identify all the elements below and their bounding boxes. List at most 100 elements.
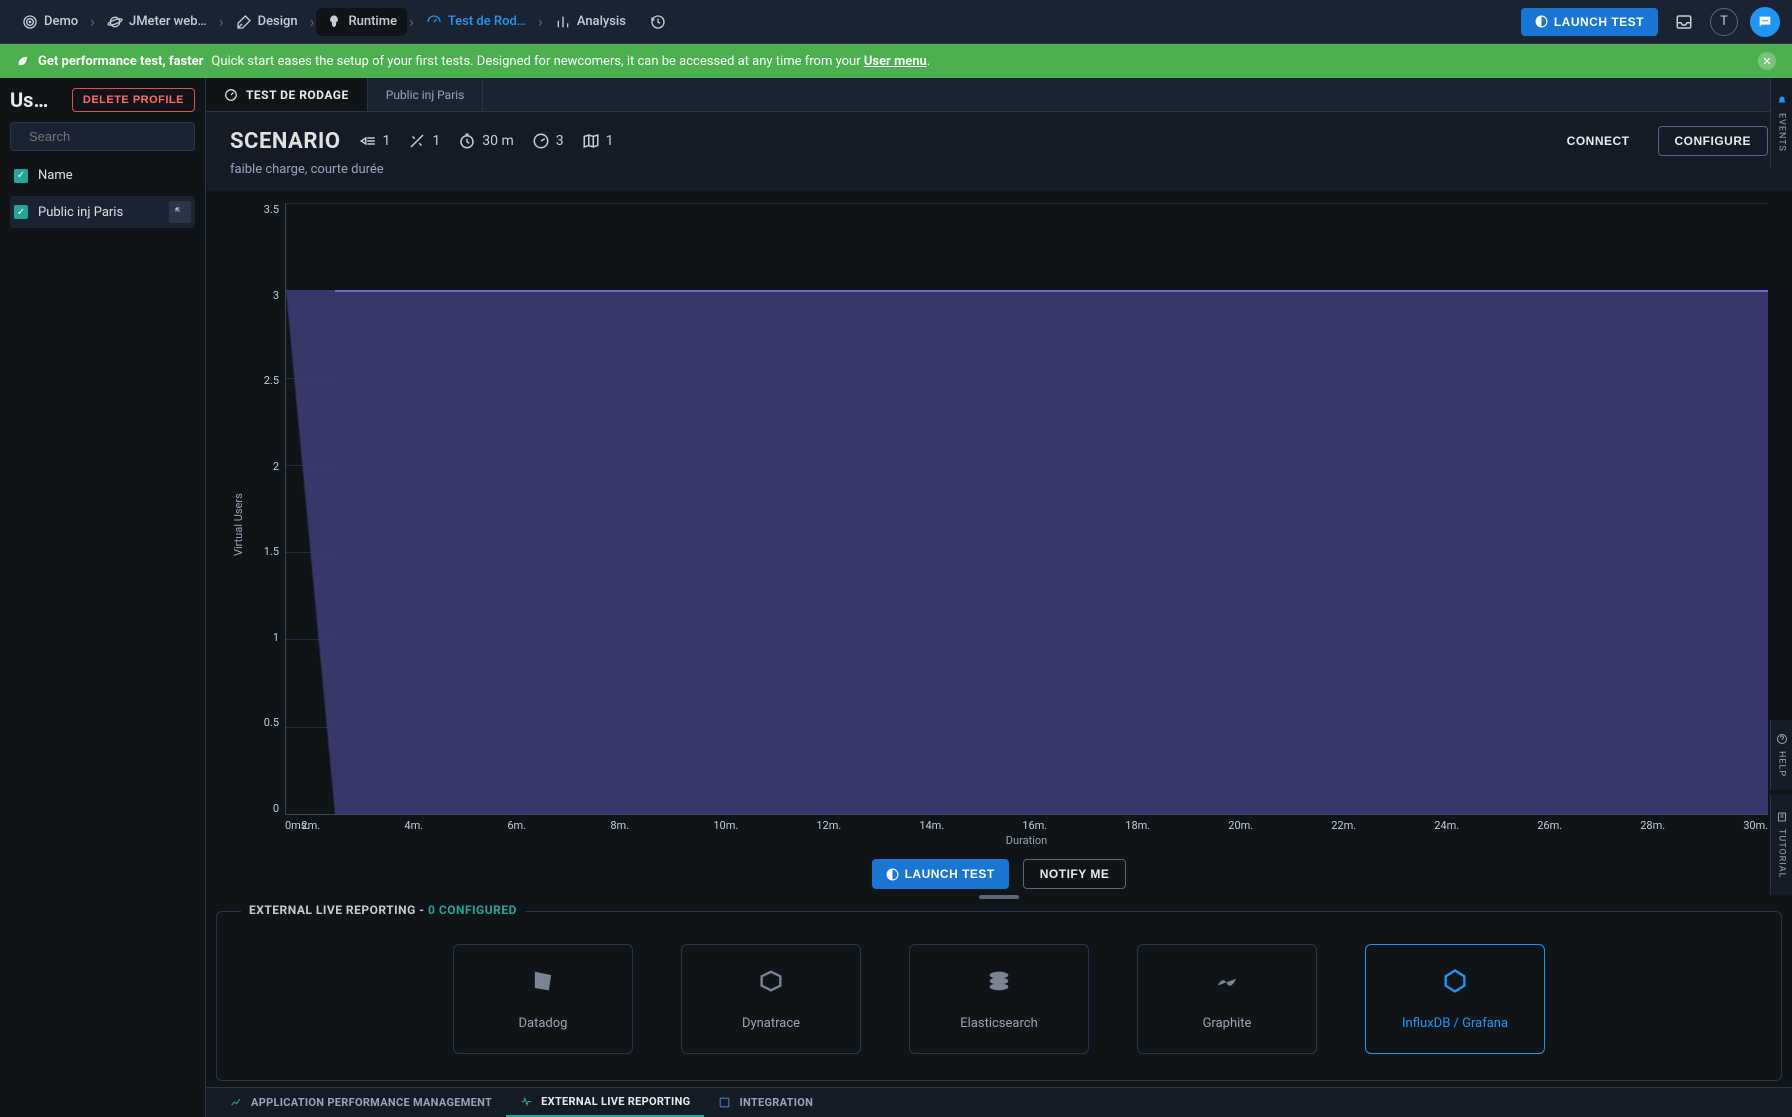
crumb-analysis[interactable]: Analysis [545,8,636,36]
xtick: 30m. [1743,819,1768,832]
xtick: 28m. [1640,819,1743,832]
chevron-right-icon: › [538,12,543,31]
y-ticks: 3.5 3 2.5 2 1.5 1 0.5 0 [247,203,285,815]
btab-apm[interactable]: APPLICATION PERFORMANCE MANAGEMENT [216,1088,506,1117]
panel-drag-handle[interactable] [979,895,1019,899]
card-dynatrace[interactable]: Dynatrace [681,944,861,1054]
bell-icon [1776,95,1788,107]
crumb-design[interactable]: Design [226,8,308,36]
topbar: Demo › JMeter web… › Design › Runtime › … [0,0,1792,44]
topbar-actions: LAUNCH TEST T [1521,7,1780,37]
metric-value: 1 [432,133,440,149]
banner-close-button[interactable]: ✕ [1758,52,1776,70]
profile-item-name[interactable]: ✓ Name [10,163,195,188]
inbox-button[interactable] [1670,8,1698,36]
scenario-subtitle: faible charge, courte durée [230,162,1768,177]
user-avatar[interactable]: T [1710,8,1738,36]
btab-integration[interactable]: INTEGRATION [704,1088,827,1117]
sidebar-title: Us… [10,88,48,112]
launch-label: LAUNCH TEST [905,867,995,881]
card-elasticsearch[interactable]: Elasticsearch [909,944,1089,1054]
influxdb-icon [1441,967,1469,1002]
dynatrace-icon [757,967,785,1002]
checkbox-icon[interactable]: ✓ [14,205,28,219]
clock-icon [458,132,476,150]
crumb-runtime[interactable]: Runtime [316,8,407,36]
profile-item-paris[interactable]: ✓ Public inj Paris [10,196,195,228]
metric-value: 30 m [482,133,514,149]
rocket-icon [326,14,342,30]
main-layout: Us… DELETE PROFILE ✓ Name ✓ Public inj P… [0,78,1792,1117]
ytick: 1.5 [264,545,279,558]
scenario-actions: CONNECT CONFIGURE [1551,126,1768,156]
xtick: 22m. [1331,819,1434,832]
card-graphite[interactable]: Graphite [1137,944,1317,1054]
gauge-icon [224,88,238,102]
avatar-letter: T [1720,14,1728,29]
launch-test-button-main[interactable]: LAUNCH TEST [872,859,1009,889]
rail-events[interactable]: EVENTS [1770,78,1792,168]
configure-button[interactable]: CONFIGURE [1658,126,1769,156]
xtick: 2m. [301,819,404,832]
tab-test-de-rodage[interactable]: TEST DE RODAGE [206,78,368,111]
btab-label: INTEGRATION [739,1096,813,1109]
plot-area[interactable] [285,203,1768,815]
expand-button[interactable] [169,201,191,223]
crumb-demo[interactable]: Demo [12,8,88,36]
profile-list: ✓ Name ✓ Public inj Paris [10,163,195,228]
map-icon [582,132,600,150]
integration-cards: Datadog Dynatrace Elasticsearch [217,930,1781,1054]
delete-profile-button[interactable]: DELETE PROFILE [72,88,195,112]
search-box[interactable] [10,122,195,151]
xtick: 12m. [816,819,919,832]
crumb-test[interactable]: Test de Rod… [416,8,536,36]
scenario-row: SCENARIO 1 1 30 m 3 [230,126,1768,156]
metric-value: 1 [383,133,391,149]
crumb-label: JMeter web… [129,14,207,29]
banner-headline: Get performance test, faster [38,54,203,69]
card-datadog[interactable]: Datadog [453,944,633,1054]
ytick: 0 [273,802,279,815]
group-icon [359,132,377,150]
ext-title-count: 0 CONFIGURED [428,903,517,917]
search-input[interactable] [29,129,205,144]
notify-me-button[interactable]: NOTIFY ME [1023,859,1127,889]
launch-test-button[interactable]: LAUNCH TEST [1521,8,1658,36]
ytick: 3 [273,289,279,302]
quickstart-banner: Get performance test, faster Quick start… [0,44,1792,78]
btab-external[interactable]: EXTERNAL LIVE REPORTING [506,1088,704,1117]
chat-button[interactable] [1750,7,1780,37]
rail-tutorial[interactable]: TUTORIAL [1770,795,1792,895]
book-icon [1776,811,1788,823]
x-ticks: 0ms. 2m. 4m. 6m. 8m. 10m. 12m. 14m. 16m.… [285,815,1768,832]
expand-icon [174,206,186,218]
crumb-label: Runtime [348,14,397,29]
x-axis-label: Duration [285,834,1768,847]
btab-label: EXTERNAL LIVE REPORTING [541,1095,690,1108]
connect-button[interactable]: CONNECT [1551,126,1646,156]
design-icon [236,14,252,30]
xtick: 26m. [1537,819,1640,832]
card-influxdb[interactable]: InfluxDB / Grafana [1365,944,1545,1054]
banner-body: Quick start eases the setup of your firs… [211,54,930,69]
checkbox-icon[interactable]: ✓ [14,169,28,183]
banner-prefix: Quick start eases the setup of your firs… [211,54,863,69]
tab-public-inj[interactable]: Public inj Paris [368,78,484,111]
script-icon [408,132,426,150]
crumb-label: Demo [44,14,78,29]
datadog-icon [529,967,557,1002]
ext-title-prefix: EXTERNAL LIVE REPORTING - [249,903,428,917]
bottom-tabs: APPLICATION PERFORMANCE MANAGEMENT EXTER… [206,1087,1792,1117]
chevron-right-icon: › [310,12,315,31]
card-label: InfluxDB / Grafana [1402,1016,1508,1031]
xtick: 16m. [1022,819,1125,832]
sidebar: Us… DELETE PROFILE ✓ Name ✓ Public inj P… [0,78,206,1117]
card-label: Dynatrace [742,1016,800,1031]
metric-groups: 1 [359,132,391,150]
chart-section: Virtual Users 3.5 3 2.5 2 1.5 1 0.5 0 [206,191,1792,907]
banner-link[interactable]: User menu [864,54,927,69]
history-button[interactable] [640,8,676,36]
profile-label: Public inj Paris [38,205,123,220]
rail-help[interactable]: HELP [1770,720,1792,790]
crumb-project[interactable]: JMeter web… [97,8,217,36]
